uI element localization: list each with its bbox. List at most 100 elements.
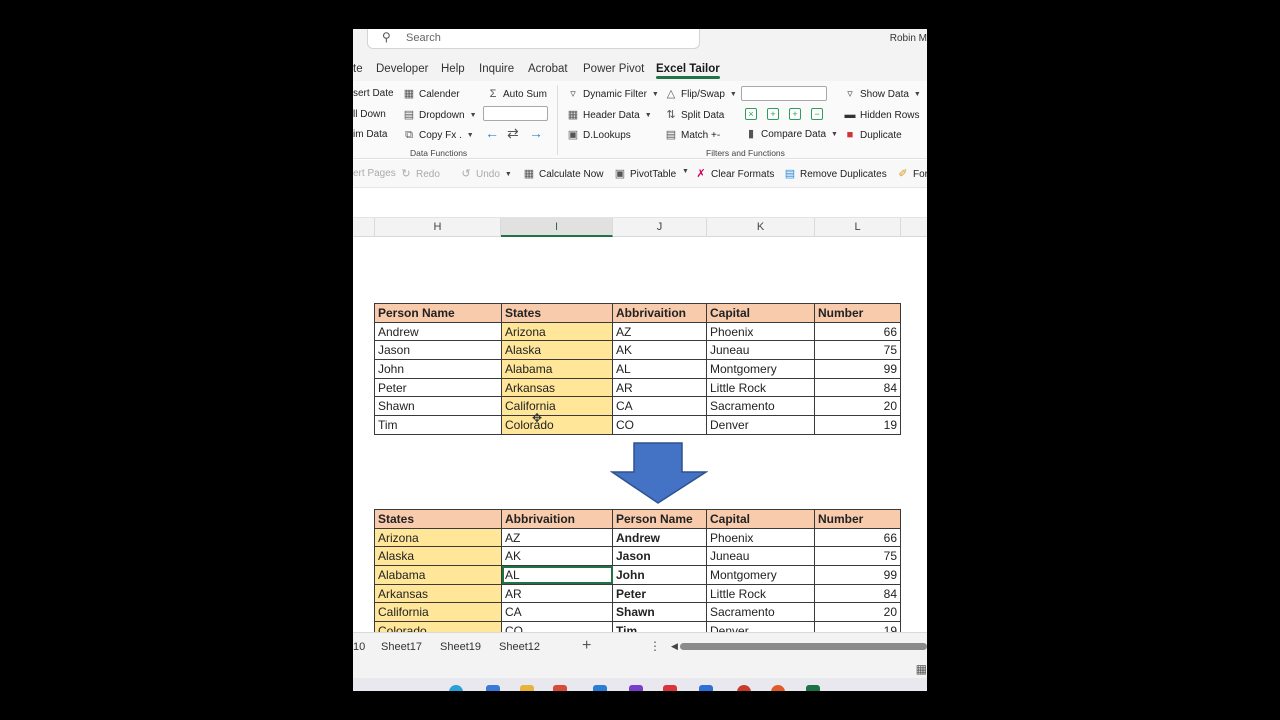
cell[interactable]: Arizona [374,527,502,548]
cell[interactable]: Little Rock [706,583,815,604]
user-name[interactable]: Robin M [890,33,927,44]
header-cell[interactable]: Abbrivaition [501,509,613,529]
cell[interactable]: Shawn [612,602,707,623]
cell[interactable]: John [612,565,707,585]
cell[interactable]: Montgomery [706,359,815,379]
cell[interactable]: California [374,602,502,623]
search-box[interactable]: ⚲ Search [367,29,700,49]
cell[interactable]: Arkansas [501,377,613,398]
cell[interactable]: California [501,396,613,417]
cell[interactable]: AL [612,359,707,379]
sheet-tab-sheet17[interactable]: Sheet17 [381,641,422,653]
column-header-j[interactable]: J [613,218,707,237]
cell[interactable]: Juneau [706,546,815,567]
cell[interactable]: Jason [374,340,502,361]
column-header-h[interactable]: H [375,218,501,237]
clear-filter-icon[interactable]: × [745,108,757,120]
edge-icon[interactable] [449,685,463,691]
header-cell[interactable]: Person Name [374,303,502,323]
store-icon[interactable] [486,685,500,691]
scrollbar-thumb[interactable] [680,643,927,650]
cell[interactable]: 99 [814,359,901,379]
header-cell[interactable]: States [374,509,502,529]
cell[interactable]: 20 [814,602,901,623]
cell[interactable]: Peter [374,377,502,398]
fill-down-button[interactable]: ll Down [353,109,386,120]
outlook-icon[interactable] [593,685,607,691]
header-cell[interactable]: Number [814,509,901,529]
cell[interactable]: AR [501,583,613,604]
sheet-tab-partial[interactable]: 10 [353,641,365,653]
tab-acrobat[interactable]: Acrobat [528,63,568,75]
cell[interactable]: CA [501,602,613,623]
clear-formats-button[interactable]: ✗ Clear Formats [695,168,774,180]
cell[interactable]: Andrew [612,527,707,548]
header-cell[interactable]: Abbrivaition [612,303,707,323]
show-data-button[interactable]: ▿ Show Data ▼ [844,88,921,100]
cell[interactable]: Montgomery [706,565,815,585]
insert-date-button[interactable]: sert Date [353,88,394,99]
cell[interactable]: AZ [501,527,613,548]
cell[interactable]: Little Rock [706,377,815,398]
normal-view-icon[interactable]: ▦ [916,662,927,676]
header-cell[interactable]: Person Name [612,509,707,529]
duplicate-button[interactable]: ■ Duplicate [844,129,902,141]
cell[interactable]: AR [612,377,707,398]
arrow-left-icon[interactable]: ← [485,126,499,140]
split-data-button[interactable]: ⇅ Split Data [665,109,724,121]
app-icon[interactable] [553,685,567,691]
cell[interactable]: 66 [814,527,901,548]
cell[interactable]: Jason [612,546,707,567]
hidden-rows-button[interactable]: ▬ Hidden Rows [844,109,920,121]
cell[interactable]: AK [501,546,613,567]
header-cell[interactable]: Number [814,303,901,323]
dynamic-filter-button[interactable]: ▿ Dynamic Filter ▼ [567,88,659,100]
cell[interactable]: John [374,359,502,379]
chrome-icon[interactable] [737,685,751,691]
column-header-m-partial[interactable] [901,218,927,237]
swap-icon[interactable]: ⇄ [507,126,519,140]
header-cell[interactable]: States [501,303,613,323]
match-button[interactable]: ▤ Match +- [665,129,720,141]
dropdown-button[interactable]: ▤ Dropdown ▼ [403,109,477,121]
copy-fx-button[interactable]: ⧉ Copy Fx . ▼ [403,129,474,141]
cell[interactable]: AK [612,340,707,361]
pivot-table-button[interactable]: ▣ PivotTable [614,168,676,180]
active-cell[interactable]: AL [501,565,613,585]
insert-pages-button[interactable]: ert Pages [353,168,396,179]
cell[interactable]: Phoenix [706,321,815,342]
tab-power-pivot[interactable]: Power Pivot [583,63,644,75]
dlookups-button[interactable]: ▣ D.Lookups [567,129,631,141]
cell[interactable]: AZ [612,321,707,342]
remove-duplicates-button[interactable]: ▤ Remove Duplicates [784,168,887,180]
cell[interactable]: 66 [814,321,901,342]
add-filter-icon[interactable]: + [767,108,779,120]
visual-studio-icon[interactable] [629,685,643,691]
undo-button[interactable]: ↺ Undo ▼ [460,168,511,180]
cell[interactable]: 99 [814,565,901,585]
word-icon[interactable] [699,685,713,691]
cell[interactable]: 19 [814,415,901,435]
cell[interactable]: 20 [814,396,901,417]
cell[interactable]: 84 [814,583,901,604]
excel-icon[interactable] [806,685,820,691]
scroll-left-icon[interactable]: ◀ [671,641,678,652]
redo-button[interactable]: ↻ Redo [400,168,440,180]
cell[interactable]: 84 [814,377,901,398]
trim-data-button[interactable]: im Data [353,129,387,140]
more-options-icon[interactable]: ⋮ [649,639,661,653]
format-button[interactable]: ✐ For [897,168,927,180]
plus-icon[interactable]: + [789,108,801,120]
acrobat-icon[interactable] [663,685,677,691]
cell[interactable]: Andrew [374,321,502,342]
cell[interactable]: Alabama [501,359,613,379]
cell[interactable]: Sacramento [706,602,815,623]
cell[interactable]: Alaska [501,340,613,361]
column-header-l[interactable]: L [815,218,901,237]
sheet-tab-sheet19[interactable]: Sheet19 [440,641,481,653]
cell[interactable]: Phoenix [706,527,815,548]
firefox-icon[interactable] [771,685,785,691]
worksheet-grid[interactable]: H I J K L Person Name States Abbrivaitio… [353,189,927,641]
cell[interactable]: Alabama [374,565,502,585]
compare-data-button[interactable]: ▮ Compare Data ▼ [745,128,838,140]
